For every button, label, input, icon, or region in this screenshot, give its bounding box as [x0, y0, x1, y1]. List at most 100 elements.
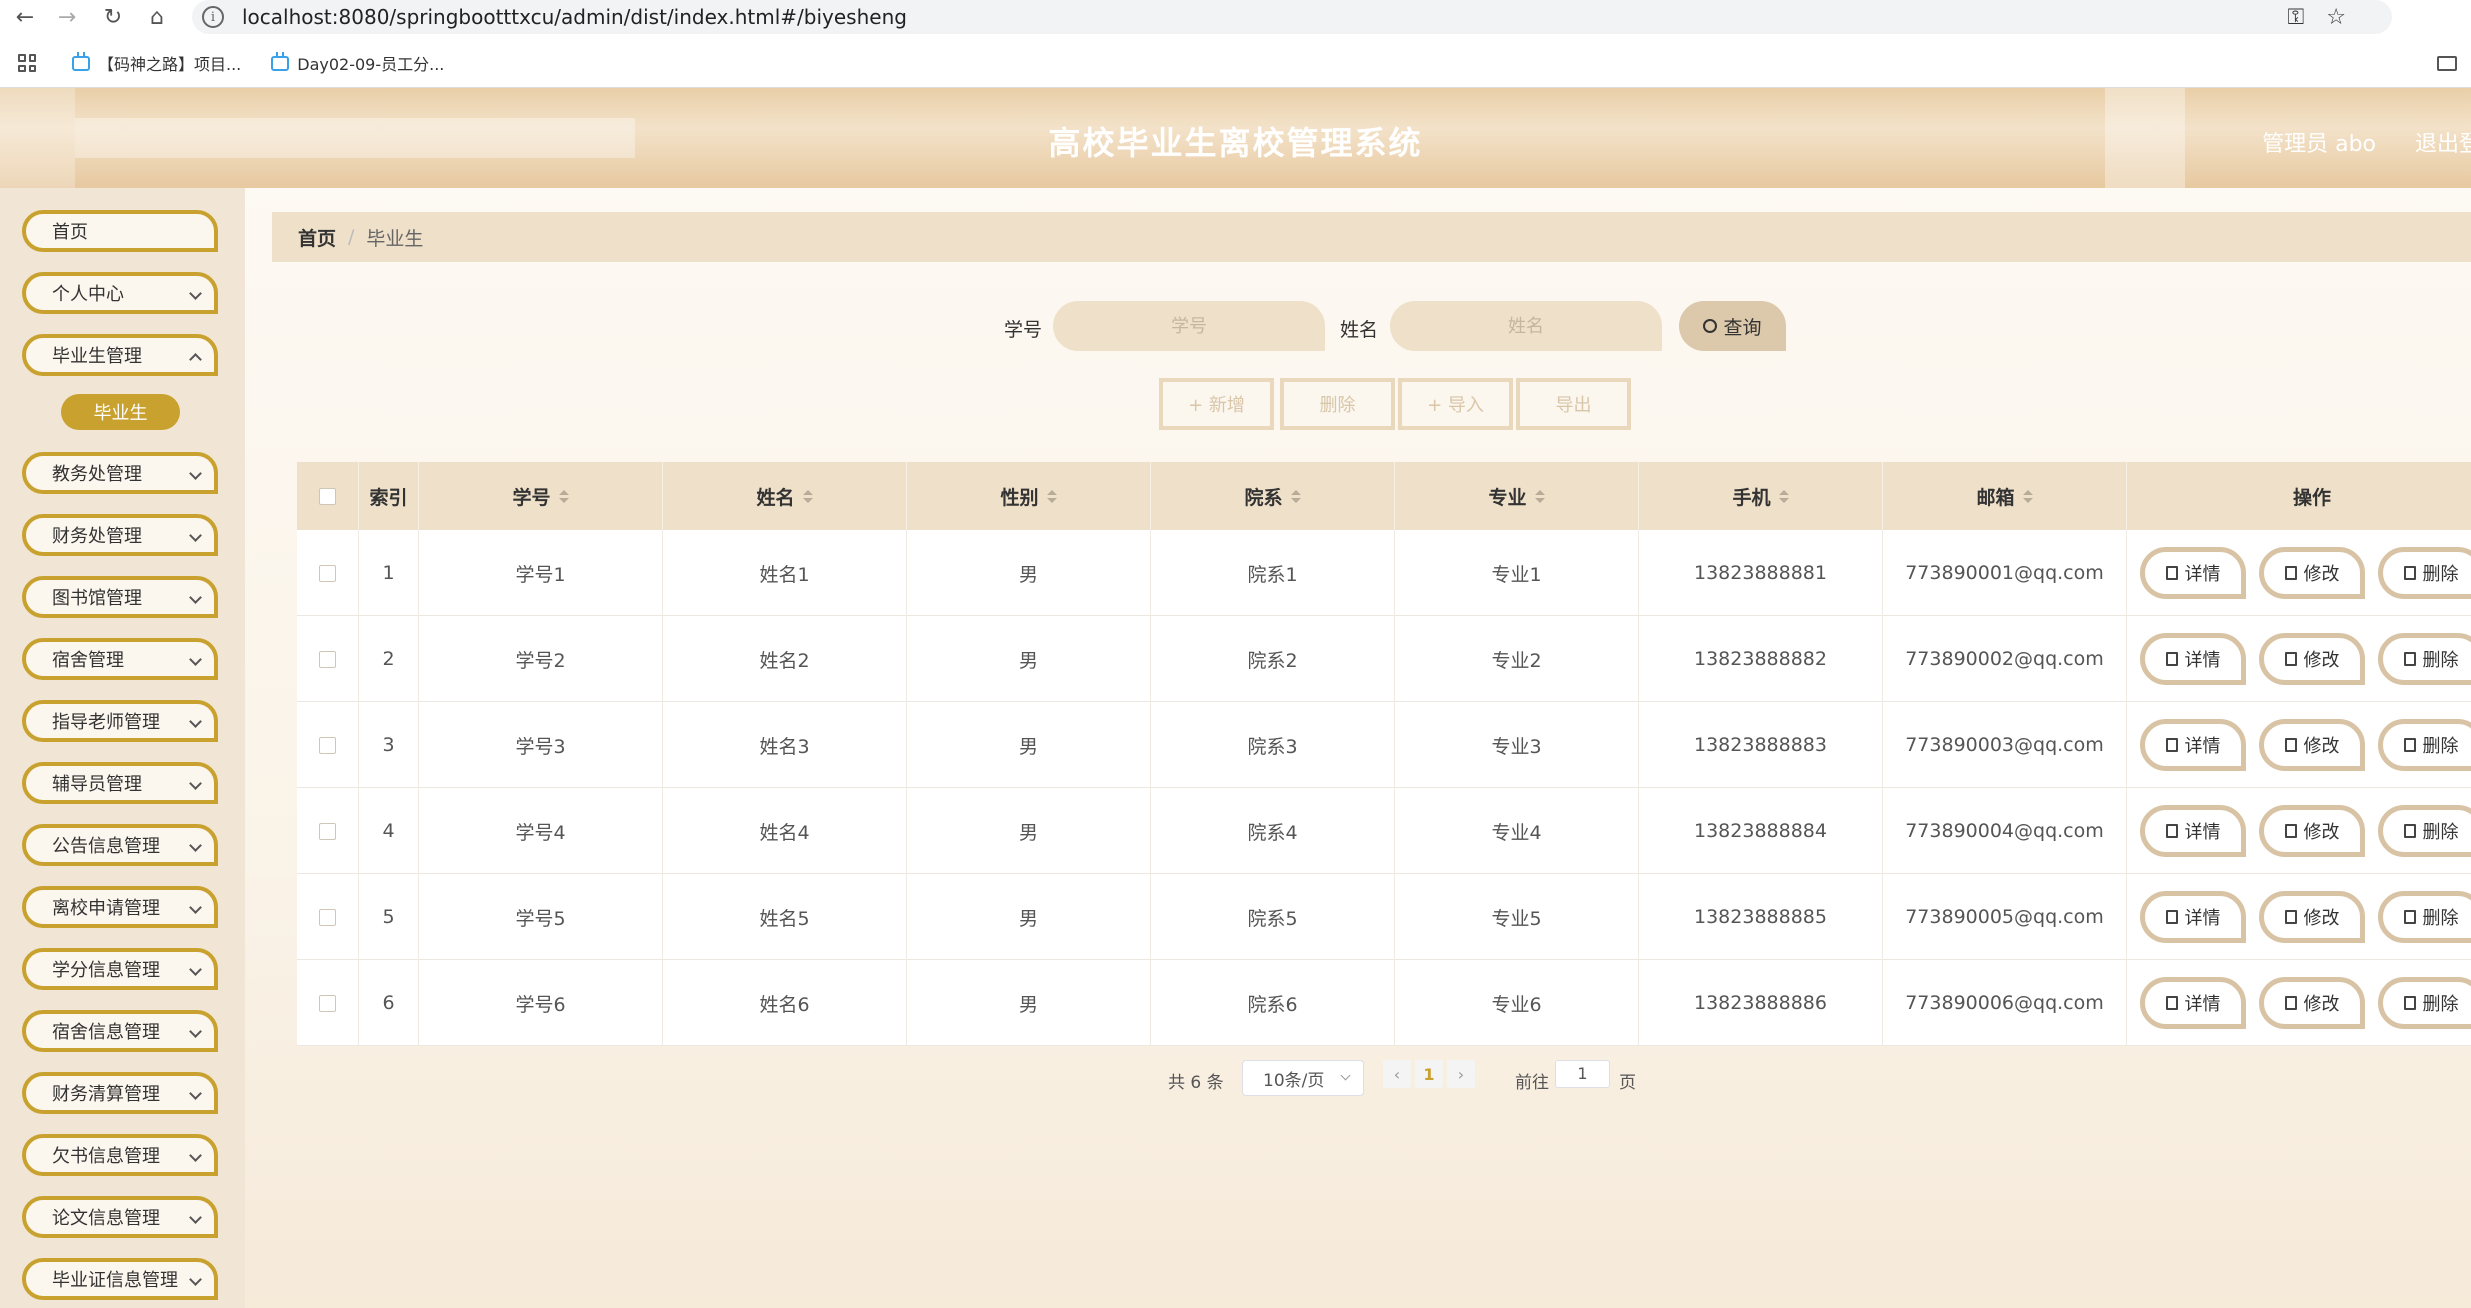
detail-button[interactable]: 详情 — [2140, 977, 2246, 1029]
edit-button[interactable]: 修改 — [2259, 547, 2365, 599]
sort-icon[interactable] — [2022, 489, 2033, 503]
sidebar-item-announcement[interactable]: 公告信息管理 — [22, 824, 218, 866]
delete-button[interactable]: 删除 — [1280, 378, 1395, 430]
row-checkbox[interactable] — [319, 650, 336, 668]
column-header-name[interactable]: 姓名 — [663, 462, 907, 530]
cell-gender: 男 — [907, 788, 1151, 874]
query-button[interactable]: 查询 — [1679, 301, 1786, 351]
sidebar-item-finance-office[interactable]: 财务处管理 — [22, 514, 218, 556]
import-button[interactable]: + 导入 — [1398, 378, 1513, 430]
row-checkbox[interactable] — [319, 736, 336, 754]
name-input[interactable] — [1390, 301, 1662, 351]
sidebar-item-book-debt[interactable]: 欠书信息管理 — [22, 1134, 218, 1176]
document-icon — [2165, 566, 2178, 580]
goto-unit: 页 — [1619, 1073, 1636, 1093]
select-all-checkbox[interactable] — [319, 487, 336, 505]
column-header-student-id[interactable]: 学号 — [419, 462, 663, 530]
sort-icon[interactable] — [1534, 489, 1545, 503]
site-info-icon[interactable]: i — [202, 6, 224, 28]
sort-icon[interactable] — [1290, 489, 1301, 503]
sidebar-subitem-graduate[interactable]: 毕业生 — [61, 394, 180, 430]
breadcrumb-home[interactable]: 首页 — [298, 224, 336, 251]
cell-text: 13823888885 — [1694, 906, 1827, 928]
sidebar: 首页 个人中心 毕业生管理 毕业生 教务处管理 财务处管理 图书馆管理 宿舍管理… — [0, 188, 245, 1308]
cell-text: 5 — [382, 906, 395, 928]
prev-page-button[interactable]: ‹ — [1383, 1060, 1411, 1088]
sort-icon[interactable] — [558, 489, 569, 503]
edit-button[interactable]: 修改 — [2259, 719, 2365, 771]
detail-button[interactable]: 详情 — [2140, 719, 2246, 771]
edit-button[interactable]: 修改 — [2259, 805, 2365, 857]
address-bar[interactable]: i localhost:8080/springbootttxcu/admin/d… — [192, 0, 2392, 34]
detail-button[interactable]: 详情 — [2140, 891, 2246, 943]
forward-icon[interactable]: → — [50, 0, 84, 34]
cell-major: 专业1 — [1395, 530, 1639, 616]
sidebar-item-counselor[interactable]: 辅导员管理 — [22, 762, 218, 804]
page-number-current[interactable]: 1 — [1415, 1060, 1443, 1088]
column-header-label: 手机 — [1732, 486, 1771, 509]
logout-link[interactable]: 退出登 — [2415, 126, 2471, 158]
cell-text: 姓名6 — [759, 993, 810, 1016]
cell-index: 4 — [359, 788, 419, 874]
sidebar-item-dormitory[interactable]: 宿舍管理 — [22, 638, 218, 680]
sidebar-item-graduate-management[interactable]: 毕业生管理 — [22, 334, 218, 376]
export-button[interactable]: 导出 — [1516, 378, 1631, 430]
row-checkbox[interactable] — [319, 908, 336, 926]
edit-button[interactable]: 修改 — [2259, 977, 2365, 1029]
cell-department: 院系5 — [1151, 874, 1395, 960]
column-header-major[interactable]: 专业 — [1395, 462, 1639, 530]
sidebar-item-diploma[interactable]: 毕业证信息管理 — [22, 1258, 218, 1300]
cell-text: 学号5 — [515, 907, 566, 930]
sidebar-item-leave-application[interactable]: 离校申请管理 — [22, 886, 218, 928]
sidebar-item-personal-center[interactable]: 个人中心 — [22, 272, 218, 314]
column-header-phone[interactable]: 手机 — [1639, 462, 1883, 530]
address-url[interactable]: localhost:8080/springbootttxcu/admin/dis… — [242, 5, 907, 29]
row-checkbox[interactable] — [319, 994, 336, 1012]
detail-button[interactable]: 详情 — [2140, 805, 2246, 857]
next-page-button[interactable]: › — [1447, 1060, 1475, 1088]
sidebar-item-credit-info[interactable]: 学分信息管理 — [22, 948, 218, 990]
row-delete-button[interactable]: 删除 — [2378, 805, 2471, 857]
bookmark-item[interactable]: 【码神之路】项目... — [72, 51, 241, 75]
bookmark-item[interactable]: Day02-09-员工分... — [271, 51, 444, 75]
document-icon — [2165, 652, 2178, 666]
column-header-label: 姓名 — [756, 486, 795, 509]
goto-page-input[interactable]: 1 — [1555, 1060, 1610, 1088]
sidebar-item-label: 欠书信息管理 — [52, 1146, 160, 1167]
apps-icon[interactable] — [18, 54, 36, 72]
row-delete-button[interactable]: 删除 — [2378, 891, 2471, 943]
sort-icon[interactable] — [1046, 489, 1057, 503]
detail-button[interactable]: 详情 — [2140, 633, 2246, 685]
sidebar-item-dorm-info[interactable]: 宿舍信息管理 — [22, 1010, 218, 1052]
home-icon[interactable]: ⌂ — [140, 0, 174, 34]
row-delete-button[interactable]: 删除 — [2378, 633, 2471, 685]
page-size-select[interactable]: 10条/页 — [1242, 1060, 1364, 1096]
column-header-index: 索引 — [359, 462, 419, 530]
edit-button[interactable]: 修改 — [2259, 891, 2365, 943]
column-header-email[interactable]: 邮箱 — [1883, 462, 2127, 530]
sort-icon[interactable] — [1778, 489, 1789, 503]
row-checkbox[interactable] — [319, 822, 336, 840]
sidebar-item-finance-clearing[interactable]: 财务清算管理 — [22, 1072, 218, 1114]
sidebar-item-library[interactable]: 图书馆管理 — [22, 576, 218, 618]
detail-button[interactable]: 详情 — [2140, 547, 2246, 599]
row-delete-button[interactable]: 删除 — [2378, 547, 2471, 599]
row-checkbox[interactable] — [319, 564, 336, 582]
bookmark-star-icon[interactable]: ⚿☆ — [2288, 5, 2368, 30]
sidebar-item-advisor[interactable]: 指导老师管理 — [22, 700, 218, 742]
sidebar-item-thesis[interactable]: 论文信息管理 — [22, 1196, 218, 1238]
sort-icon[interactable] — [802, 489, 813, 503]
edit-button[interactable]: 修改 — [2259, 633, 2365, 685]
student-id-input[interactable] — [1053, 301, 1325, 351]
add-button[interactable]: + 新增 — [1159, 378, 1274, 430]
pagination-total: 共 6 条 — [1168, 1073, 1224, 1093]
sidebar-item-home[interactable]: 首页 — [22, 210, 218, 252]
folder-icon[interactable] — [2437, 55, 2457, 71]
sidebar-item-academic-affairs[interactable]: 教务处管理 — [22, 452, 218, 494]
back-icon[interactable]: ← — [8, 0, 42, 34]
column-header-gender[interactable]: 性别 — [907, 462, 1151, 530]
row-delete-button[interactable]: 删除 — [2378, 977, 2471, 1029]
row-delete-button[interactable]: 删除 — [2378, 719, 2471, 771]
column-header-department[interactable]: 院系 — [1151, 462, 1395, 530]
reload-icon[interactable]: ↻ — [96, 0, 130, 34]
